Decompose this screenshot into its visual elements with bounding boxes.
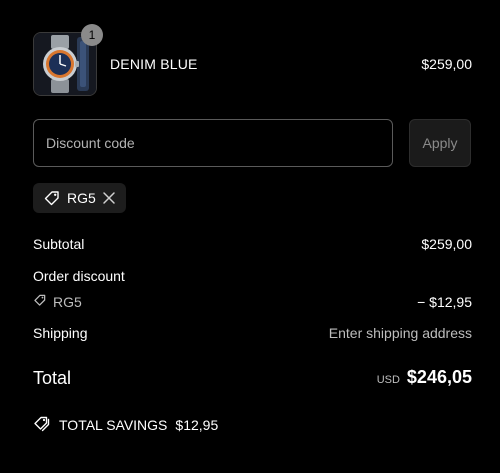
subtotal-label: Subtotal xyxy=(33,236,85,252)
shipping-value: Enter shipping address xyxy=(328,325,472,341)
product-price: $259,00 xyxy=(421,56,472,72)
total-amount: $246,05 xyxy=(406,367,472,387)
discount-code-input[interactable] xyxy=(33,119,393,167)
subtotal-value: $259,00 xyxy=(421,236,472,252)
applied-discount-chip: RG5 xyxy=(33,183,126,213)
quantity-badge: 1 xyxy=(81,24,103,46)
shipping-label: Shipping xyxy=(33,325,88,341)
total-savings-value: $12,95 xyxy=(175,416,219,433)
total-savings: TOTAL SAVINGS $12,95 xyxy=(33,414,218,435)
total-value-group: USD $246,05 xyxy=(377,367,472,388)
tag-icon xyxy=(43,189,61,207)
tags-icon xyxy=(33,414,51,435)
currency-code: USD xyxy=(376,374,400,386)
remove-discount-icon[interactable] xyxy=(102,191,116,205)
total-label: Total xyxy=(33,368,72,388)
applied-code-label: RG5 xyxy=(67,190,96,206)
discount-code-text: RG5 xyxy=(53,293,82,310)
discount-value: − $12,95 xyxy=(417,294,472,310)
order-discount-label: Order discount xyxy=(33,268,125,284)
tag-icon xyxy=(33,293,47,310)
total-savings-label: TOTAL SAVINGS xyxy=(59,416,168,433)
discount-code-row: RG5 xyxy=(33,293,82,310)
apply-button[interactable]: Apply xyxy=(409,119,471,167)
product-name: DENIM BLUE xyxy=(110,56,198,72)
